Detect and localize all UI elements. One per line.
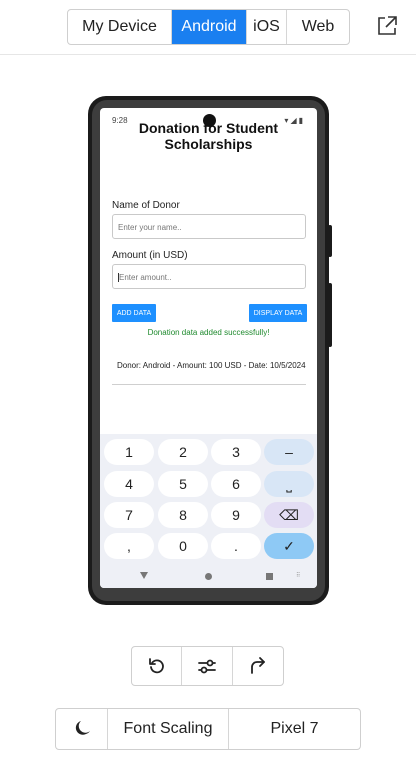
key-period[interactable]: . [211, 533, 261, 559]
donation-record: Donor: Android - Amount: 100 USD - Date:… [117, 361, 306, 370]
key-3[interactable]: 3 [211, 439, 261, 465]
tab-ios[interactable]: iOS [247, 10, 287, 44]
key-minus[interactable]: – [264, 439, 314, 465]
key-9[interactable]: 9 [211, 502, 261, 528]
key-7[interactable]: 7 [104, 502, 154, 528]
amount-label: Amount (in USD) [112, 250, 188, 261]
device-toolbar [131, 646, 284, 686]
donor-placeholder: Enter your name.. [118, 223, 182, 232]
settings-sliders-icon [198, 659, 216, 674]
volume-button [328, 225, 332, 257]
home-icon[interactable] [205, 573, 212, 580]
key-8[interactable]: 8 [158, 502, 208, 528]
donor-input[interactable]: Enter your name.. [112, 214, 306, 239]
tab-android[interactable]: Android [172, 10, 247, 44]
settings-button[interactable] [182, 647, 233, 685]
keyboard-grid-icon[interactable]: ⠿ [296, 572, 300, 579]
power-button [328, 283, 332, 347]
key-comma[interactable]: , [104, 533, 154, 559]
key-space[interactable]: ⎵ [264, 471, 314, 497]
platform-selector: My Device Android iOS Web [67, 9, 350, 45]
external-link-icon[interactable] [376, 15, 398, 37]
camera-icon [203, 114, 216, 127]
display-data-button[interactable]: DISPLAY DATA [249, 304, 307, 322]
rotate-icon [148, 658, 164, 674]
android-nav-bar: ⠿ [100, 564, 317, 588]
recents-icon[interactable] [266, 573, 273, 580]
forward-button[interactable] [233, 647, 283, 685]
font-scaling-button[interactable]: Font Scaling [108, 709, 229, 749]
divider [112, 384, 306, 385]
backspace-key[interactable]: ⌫ [264, 502, 314, 528]
tab-web[interactable]: Web [287, 10, 349, 44]
forward-icon [250, 657, 265, 674]
device-screen: 9:28 ▾ ◢ ▮ Donation for Student Scholars… [100, 108, 317, 588]
device-options-bar: Font Scaling Pixel 7 [55, 708, 361, 750]
success-message: Donation data added successfully! [147, 328, 270, 337]
key-4[interactable]: 4 [104, 471, 154, 497]
key-6[interactable]: 6 [211, 471, 261, 497]
divider [0, 54, 416, 55]
moon-icon [75, 721, 90, 735]
amount-input[interactable]: Enter amount.. [112, 264, 306, 289]
numeric-keyboard: 1 2 3 – 4 5 6 ⎵ 7 8 9 ⌫ , 0 . ✓ ⠿ [100, 434, 317, 588]
rotate-button[interactable] [132, 647, 183, 685]
enter-key[interactable]: ✓ [264, 533, 314, 559]
add-data-button[interactable]: ADD DATA [112, 304, 156, 322]
amount-placeholder: Enter amount.. [119, 273, 172, 282]
key-0[interactable]: 0 [158, 533, 208, 559]
theme-toggle-button[interactable] [56, 709, 108, 749]
tab-my-device[interactable]: My Device [68, 10, 172, 44]
key-1[interactable]: 1 [104, 439, 154, 465]
donor-label: Name of Donor [112, 200, 180, 211]
device-selector[interactable]: Pixel 7 [229, 709, 360, 749]
back-icon[interactable] [140, 572, 148, 579]
key-5[interactable]: 5 [158, 471, 208, 497]
key-2[interactable]: 2 [158, 439, 208, 465]
